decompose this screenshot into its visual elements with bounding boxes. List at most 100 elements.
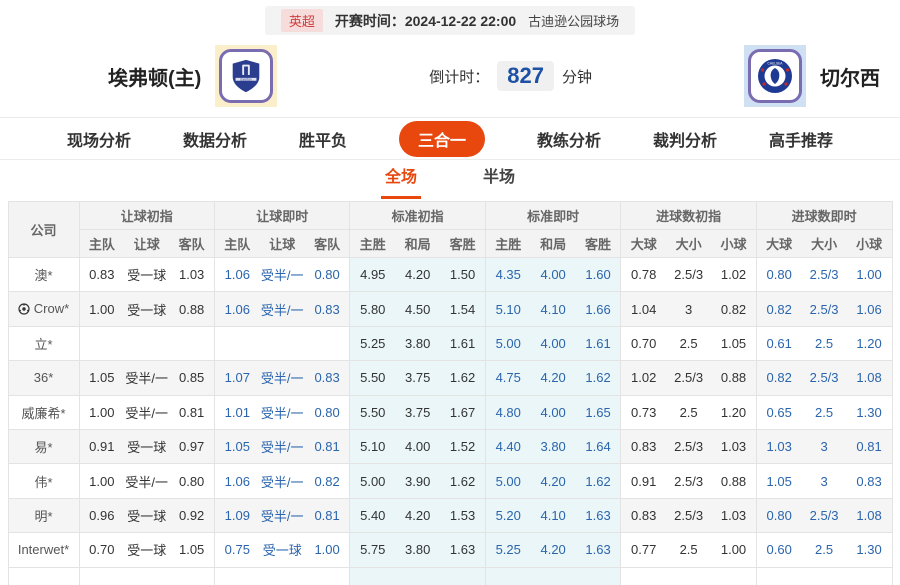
odds-cell: 5.25 xyxy=(349,325,396,362)
odds-cell: 2.5/3 xyxy=(666,360,712,396)
odds-cell: 2.5/3 xyxy=(666,428,712,465)
odds-cell: 4.20 xyxy=(530,532,576,568)
odds-cell: 1.63 xyxy=(440,532,486,568)
odds-cell: 受半/一 xyxy=(259,394,305,430)
group-header-handicap-live: 让球即时 xyxy=(213,201,351,230)
odds-cell: 1.30 xyxy=(846,532,893,568)
odds-cell: 0.81 xyxy=(169,394,215,430)
odds-cell xyxy=(259,325,305,362)
tab-coach-analysis[interactable]: 教练分析 xyxy=(537,127,601,151)
sub-col-header: 大球 xyxy=(755,229,802,258)
sub-col-header: 客队 xyxy=(304,229,351,258)
odds-cell: 4.20 xyxy=(395,497,441,534)
tab-live-analysis[interactable]: 现场分析 xyxy=(67,127,131,151)
odds-cell: 受半/一 xyxy=(259,497,305,534)
odds-cell: 4.20 xyxy=(530,360,576,396)
odds-cell: 2.5/3 xyxy=(666,256,712,293)
odds-cell: 0.81 xyxy=(304,497,351,534)
odds-cell: 0.80 xyxy=(304,256,351,293)
sub-col-header: 大球 xyxy=(620,229,667,258)
odds-cell: 0.91 xyxy=(620,463,667,499)
odds-cell: 0.83 xyxy=(620,428,667,465)
table-row xyxy=(7,566,893,585)
odds-cell: 1.06 xyxy=(213,291,260,327)
tab-expert-picks[interactable]: 高手推荐 xyxy=(769,127,833,151)
away-team-logo: CHELSEA xyxy=(744,45,806,107)
subtab-half-time[interactable]: 半场 xyxy=(479,155,519,199)
odds-cell: 受半/一 xyxy=(124,360,170,396)
company-cell xyxy=(7,566,80,585)
odds-cell: 1.60 xyxy=(575,256,622,293)
odds-cell xyxy=(349,566,396,585)
odds-cell: 1.20 xyxy=(846,325,893,362)
odds-cell: 0.61 xyxy=(755,325,802,362)
odds-cell: 1.66 xyxy=(575,291,622,327)
odds-cell: 3.90 xyxy=(395,463,441,499)
odds-cell: 5.50 xyxy=(349,360,396,396)
odds-cell: 1.01 xyxy=(213,394,260,430)
odds-cell: 1.30 xyxy=(846,394,893,430)
odds-cell xyxy=(304,566,351,585)
odds-cell: 1.09 xyxy=(213,497,260,534)
odds-cell: 受半/一 xyxy=(124,394,170,430)
odds-cell: 2.5/3 xyxy=(801,360,847,396)
group-header-standard-initial: 标准初指 xyxy=(349,201,486,230)
odds-cell: 0.88 xyxy=(169,291,215,327)
col-header-company: 公司 xyxy=(7,201,80,258)
odds-cell: 0.83 xyxy=(846,463,893,499)
odds-cell: 0.70 xyxy=(620,325,667,362)
company-cell: 伟* xyxy=(7,463,80,499)
odds-cell: 0.70 xyxy=(78,532,125,568)
odds-cell: 3 xyxy=(666,291,712,327)
odds-cell: 1.03 xyxy=(711,428,757,465)
odds-cell: 0.60 xyxy=(755,532,802,568)
tab-data-analysis[interactable]: 数据分析 xyxy=(183,127,247,151)
tab-win-draw-lose[interactable]: 胜平负 xyxy=(299,127,347,151)
odds-cell: 1.62 xyxy=(440,360,486,396)
odds-cell: 2.5/3 xyxy=(666,497,712,534)
period-subtabs: 全场 半场 xyxy=(0,159,900,199)
odds-cell: 1.64 xyxy=(575,428,622,465)
odds-cell: 1.00 xyxy=(78,463,125,499)
odds-cell: 1.61 xyxy=(575,325,622,362)
odds-cell: 0.96 xyxy=(78,497,125,534)
sub-col-header: 客胜 xyxy=(575,229,622,258)
odds-cell: 1.52 xyxy=(440,428,486,465)
odds-cell xyxy=(124,566,170,585)
company-cell: 威廉希* xyxy=(7,394,80,430)
table-row: 立* 5.25 3.80 1.61 5.00 4.00 1.61 0.70 2.5 1.05 0.6… xyxy=(7,325,893,362)
tab-referee-analysis[interactable]: 裁判分析 xyxy=(653,127,717,151)
group-header-goals-initial: 进球数初指 xyxy=(620,201,757,230)
subtab-full-time[interactable]: 全场 xyxy=(380,155,421,199)
odds-cell: 1.00 xyxy=(78,394,125,430)
odds-cell: 1.00 xyxy=(78,291,125,327)
odds-cell: 4.95 xyxy=(349,256,396,293)
odds-cell: 5.40 xyxy=(349,497,396,534)
sub-col-header: 客队 xyxy=(169,229,215,258)
odds-cell: 1.06 xyxy=(213,463,260,499)
odds-cell: 2.5/3 xyxy=(801,497,847,534)
sub-col-header: 大小 xyxy=(666,229,712,258)
odds-cell: 2.5 xyxy=(666,394,712,430)
odds-cell: 5.10 xyxy=(484,291,531,327)
odds-cell: 4.80 xyxy=(484,394,531,430)
teams-header: 埃弗顿(主) Everton 倒计时： 827 分钟 CHELSEA 切尔西 xyxy=(0,35,900,117)
odds-cell: 受一球 xyxy=(124,532,170,568)
odds-cell: 4.40 xyxy=(484,428,531,465)
odds-cell: 2.5 xyxy=(801,532,847,568)
odds-cell xyxy=(169,566,215,585)
odds-cell: 1.02 xyxy=(711,256,757,293)
odds-cell: 0.83 xyxy=(78,256,125,293)
odds-cell: 1.04 xyxy=(620,291,667,327)
odds-cell: 1.65 xyxy=(575,394,622,430)
sub-col-header: 和局 xyxy=(530,229,576,258)
company-cell: Interwet* xyxy=(7,532,80,568)
company-cell: 立* xyxy=(7,325,80,362)
odds-cell: 4.00 xyxy=(530,394,576,430)
odds-cell: 2.5/3 xyxy=(666,463,712,499)
company-cell: 澳* xyxy=(7,256,80,293)
odds-cell: 1.54 xyxy=(440,291,486,327)
home-team: 埃弗顿(主) Everton xyxy=(20,45,278,107)
odds-cell: 0.80 xyxy=(755,497,802,534)
tab-three-in-one[interactable]: 三合一 xyxy=(398,120,485,157)
